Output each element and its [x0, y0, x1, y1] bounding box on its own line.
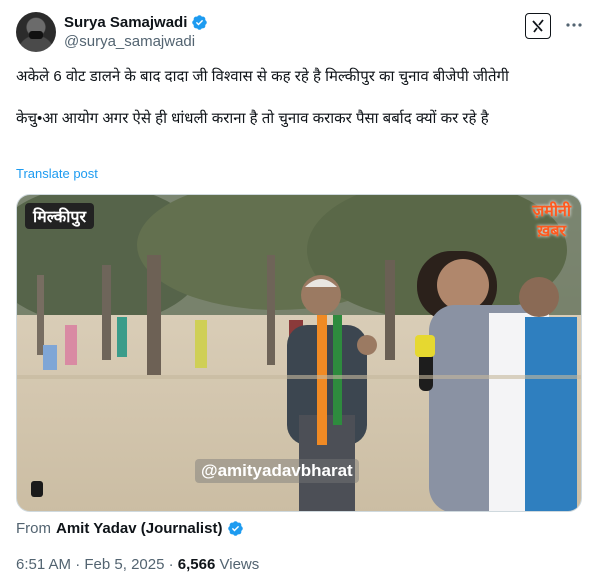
grok-icon — [532, 19, 544, 33]
verified-badge-icon — [228, 521, 244, 536]
tweet-paragraph-2: केचु•आ आयोग अगर ऐसे ही धांधली कराना है त… — [16, 110, 489, 127]
views-label: Views — [215, 556, 260, 573]
more-options-button[interactable] — [563, 14, 585, 36]
video-watermark: @amityadavbharat — [195, 459, 359, 483]
video-indicator-icon — [31, 481, 43, 497]
views-count: 6,566 — [177, 556, 216, 573]
post-metadata: 6:51 AM · Feb 5, 2025 · 6,566 Views — [16, 556, 259, 573]
post-date[interactable]: Feb 5, 2025 — [84, 556, 164, 573]
brand-line-1: ज़मीनी — [532, 201, 571, 220]
tweet-text: अकेले 6 वोट डालने के बाद दादा जी विश्वास… — [16, 66, 582, 129]
translate-post-link[interactable]: Translate post — [16, 166, 98, 181]
media-video[interactable]: मिल्कीपुर ज़मीनी ख़बर @amityadavbharat — [16, 194, 582, 512]
source-attribution: From Amit Yadav (Journalist) — [16, 520, 244, 537]
video-overlay-brand: ज़मीनी ख़बर — [532, 201, 571, 241]
from-label: From — [16, 520, 51, 537]
author-block: Surya Samajwadi @surya_samajwadi — [64, 12, 208, 50]
meta-separator: · — [71, 556, 85, 573]
tweet-paragraph-1: अकेले 6 वोट डालने के बाद दादा जी विश्वास… — [16, 68, 509, 85]
meta-separator: · — [164, 556, 178, 573]
verified-badge-icon — [192, 14, 208, 30]
brand-line-2: ख़बर — [537, 221, 567, 240]
post-time[interactable]: 6:51 AM — [16, 556, 71, 573]
author-name[interactable]: Surya Samajwadi — [64, 14, 187, 31]
author-avatar[interactable] — [16, 12, 56, 52]
video-overlay-location: मिल्कीपुर — [25, 203, 94, 229]
source-author-link[interactable]: Amit Yadav (Journalist) — [56, 520, 222, 537]
author-handle[interactable]: @surya_samajwadi — [64, 33, 208, 50]
more-horizontal-icon — [566, 23, 582, 27]
grok-button[interactable] — [525, 13, 551, 39]
